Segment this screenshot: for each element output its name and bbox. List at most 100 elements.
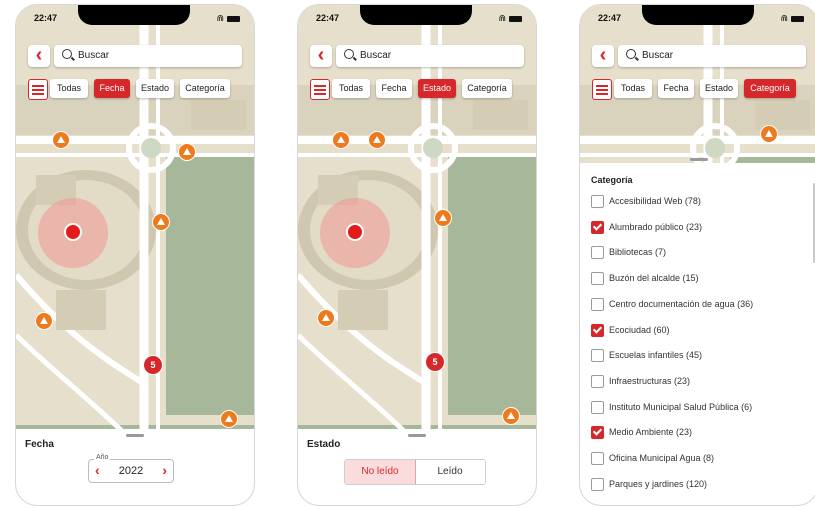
filter-state-button[interactable]: Estado bbox=[700, 79, 738, 98]
warning-pin-icon[interactable] bbox=[368, 131, 386, 149]
filter-date-button[interactable]: Fecha bbox=[376, 79, 412, 98]
category-label: Parques y jardines (120) bbox=[609, 478, 708, 489]
filter-all-button[interactable]: Todas bbox=[614, 79, 652, 98]
date-panel-title: Fecha bbox=[25, 439, 54, 450]
category-label: Escuelas infantiles (45) bbox=[609, 350, 703, 361]
back-button[interactable]: ‹ bbox=[28, 45, 50, 67]
notch bbox=[78, 5, 190, 25]
cluster-marker[interactable]: 5 bbox=[425, 352, 445, 372]
filter-all-button[interactable]: Todas bbox=[332, 79, 370, 98]
status-bar: 22:47 ⋒ bbox=[580, 5, 815, 31]
search-placeholder: Buscar bbox=[78, 50, 110, 61]
filter-settings-button[interactable] bbox=[310, 79, 330, 100]
search-icon bbox=[62, 49, 72, 59]
top-bar: ‹ Buscar bbox=[28, 45, 242, 69]
wifi-battery-icon: ⋒ bbox=[498, 13, 522, 24]
filter-bar: Todas Fecha Estado Categoría bbox=[592, 79, 812, 100]
category-checkbox[interactable] bbox=[591, 452, 604, 465]
back-button[interactable]: ‹ bbox=[310, 45, 332, 67]
state-panel-title: Estado bbox=[307, 439, 341, 450]
date-panel: Fecha Año ‹ 2022 › bbox=[16, 429, 254, 505]
category-label: Instituto Municipal Salud Pública (6) bbox=[609, 401, 753, 412]
category-checkbox[interactable] bbox=[591, 426, 604, 440]
category-panel: Categoría Accesibilidad Web (78) Alumbrad… bbox=[580, 158, 815, 505]
warning-pin-icon[interactable] bbox=[52, 131, 70, 149]
sheet-handle[interactable] bbox=[126, 434, 144, 437]
sheet-handle[interactable] bbox=[408, 434, 426, 437]
wifi-battery-icon: ⋒ bbox=[780, 13, 804, 24]
category-label: Buzón del alcalde (15) bbox=[609, 273, 699, 284]
top-bar: ‹ Buscar bbox=[310, 45, 524, 69]
warning-pin-icon[interactable] bbox=[178, 143, 196, 161]
warning-pin-icon[interactable] bbox=[152, 213, 170, 231]
search-placeholder: Buscar bbox=[642, 50, 674, 61]
category-checkbox[interactable] bbox=[591, 477, 604, 491]
category-checkbox[interactable] bbox=[591, 349, 604, 363]
category-label: Accesibilidad Web (78) bbox=[609, 196, 701, 206]
next-year-button[interactable]: › bbox=[162, 462, 167, 478]
selected-location-marker[interactable] bbox=[346, 223, 364, 241]
filter-category-button[interactable]: Categoría bbox=[462, 79, 512, 98]
unread-option[interactable]: No leído bbox=[345, 460, 416, 484]
category-checkbox[interactable] bbox=[591, 400, 604, 414]
filter-all-button[interactable]: Todas bbox=[50, 79, 88, 98]
phone-screen-date: 5 22:47 ⋒ ‹ Buscar Todas Fecha Estado Ca… bbox=[15, 4, 255, 506]
notch bbox=[360, 5, 472, 25]
category-label: Ecociudad (60) bbox=[609, 324, 670, 335]
filter-state-button[interactable]: Estado bbox=[136, 79, 174, 98]
filter-date-button[interactable]: Fecha bbox=[94, 79, 130, 98]
search-icon bbox=[344, 49, 354, 59]
phone-screen-category: 22:47 ⋒ ‹ Buscar Todas Fecha Estado Cate… bbox=[579, 4, 815, 506]
category-checkbox[interactable] bbox=[591, 195, 604, 208]
wifi-battery-icon: ⋒ bbox=[216, 13, 240, 24]
category-checkbox[interactable] bbox=[591, 220, 604, 234]
selected-location-marker[interactable] bbox=[64, 223, 82, 241]
status-time: 22:47 bbox=[34, 13, 58, 23]
state-segmented-control: No leído Leído bbox=[344, 459, 486, 485]
warning-pin-icon[interactable] bbox=[35, 312, 53, 330]
filter-category-button[interactable]: Categoría bbox=[744, 79, 796, 98]
status-bar: 22:47 ⋒ bbox=[16, 5, 254, 31]
warning-pin-icon[interactable] bbox=[332, 131, 350, 149]
status-bar: 22:47 ⋒ bbox=[298, 5, 536, 31]
warning-pin-icon[interactable] bbox=[760, 125, 778, 143]
category-checkbox[interactable] bbox=[591, 297, 604, 311]
filter-bar: Todas Fecha Estado Categoría bbox=[310, 79, 530, 100]
back-button[interactable]: ‹ bbox=[592, 45, 614, 67]
year-selector: Año ‹ 2022 › bbox=[88, 454, 174, 483]
filter-date-button[interactable]: Fecha bbox=[658, 79, 694, 98]
warning-pin-icon[interactable] bbox=[317, 309, 335, 327]
warning-pin-icon[interactable] bbox=[434, 209, 452, 227]
warning-pin-icon[interactable] bbox=[502, 407, 520, 425]
year-value: 2022 bbox=[118, 465, 144, 477]
category-label: Bibliotecas (7) bbox=[609, 247, 667, 258]
category-checkbox[interactable] bbox=[591, 272, 604, 286]
category-label: Infraestructuras (23) bbox=[609, 375, 691, 386]
category-checkbox[interactable] bbox=[591, 246, 604, 260]
category-label: Alumbrado público (23) bbox=[609, 221, 703, 232]
category-label: Oficina Municipal Agua (8) bbox=[609, 453, 715, 463]
category-panel-title: Categoría bbox=[591, 175, 633, 185]
read-option[interactable]: Leído bbox=[415, 460, 485, 484]
notch bbox=[642, 5, 754, 25]
search-icon bbox=[626, 49, 636, 59]
phone-screen-state: 5 22:47 ⋒ ‹ Buscar Todas Fecha Estado Ca… bbox=[297, 4, 537, 506]
filter-category-button[interactable]: Categoría bbox=[180, 79, 230, 98]
year-label: Año bbox=[94, 454, 111, 461]
filter-settings-button[interactable] bbox=[592, 79, 612, 100]
filter-state-button[interactable]: Estado bbox=[418, 79, 456, 98]
status-time: 22:47 bbox=[598, 13, 622, 23]
filter-bar: Todas Fecha Estado Categoría bbox=[28, 79, 248, 100]
category-checkbox[interactable] bbox=[591, 323, 604, 337]
top-bar: ‹ Buscar bbox=[592, 45, 806, 69]
sheet-handle[interactable] bbox=[690, 158, 708, 161]
cluster-marker[interactable]: 5 bbox=[143, 355, 163, 375]
category-label: Medio Ambiente (23) bbox=[609, 427, 693, 438]
search-input[interactable]: Buscar bbox=[336, 45, 524, 67]
category-checkbox[interactable] bbox=[591, 374, 604, 388]
category-label: Centro documentación de agua (36) bbox=[609, 298, 754, 309]
filter-settings-button[interactable] bbox=[28, 79, 48, 100]
warning-pin-icon[interactable] bbox=[220, 410, 238, 428]
search-input[interactable]: Buscar bbox=[54, 45, 242, 67]
search-input[interactable]: Buscar bbox=[618, 45, 806, 67]
